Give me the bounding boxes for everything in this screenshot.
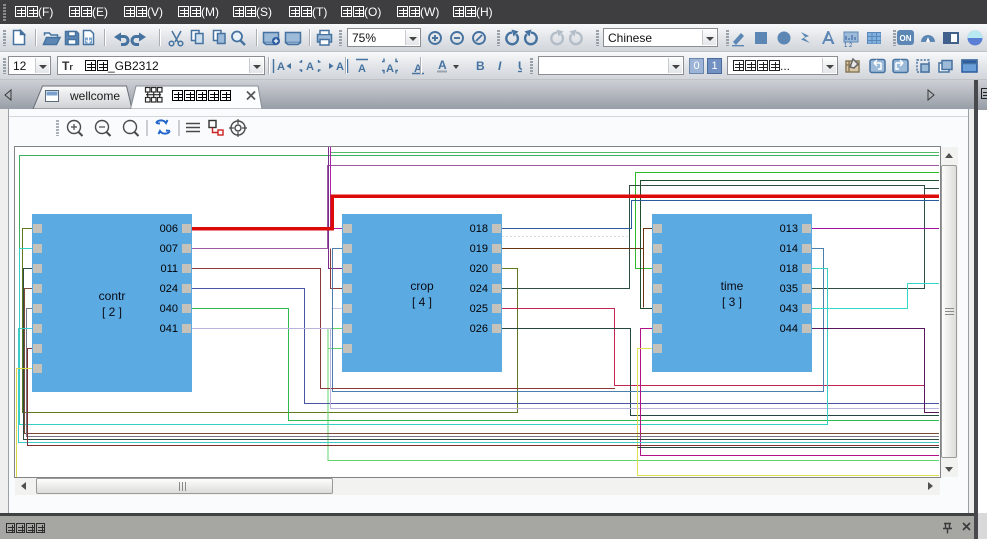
- svg-text:A: A: [438, 58, 447, 72]
- svg-text:A: A: [336, 61, 344, 73]
- svg-text:time: time: [721, 279, 744, 293]
- svg-text:I: I: [498, 59, 502, 73]
- svg-text:011: 011: [160, 263, 178, 275]
- svg-text:[ 3 ]: [ 3 ]: [722, 295, 742, 309]
- svg-text:A: A: [277, 61, 285, 73]
- svg-text:018: 018: [780, 263, 798, 275]
- svg-text:041: 041: [160, 323, 178, 335]
- svg-text:043: 043: [780, 303, 798, 315]
- svg-text:019: 019: [470, 243, 488, 255]
- svg-text:020: 020: [470, 263, 488, 275]
- svg-text:040: 040: [160, 303, 178, 315]
- svg-text:crop: crop: [410, 279, 434, 293]
- svg-text:contr: contr: [99, 289, 126, 303]
- svg-text:006: 006: [160, 223, 178, 235]
- svg-text:035: 035: [780, 283, 798, 295]
- svg-text:B: B: [476, 59, 485, 73]
- svg-text:[ 2 ]: [ 2 ]: [102, 305, 122, 319]
- svg-text:A: A: [306, 61, 314, 73]
- svg-text:[ 4 ]: [ 4 ]: [412, 295, 432, 309]
- svg-text:024: 024: [160, 283, 178, 295]
- svg-text:007: 007: [160, 243, 178, 255]
- svg-text:A: A: [358, 63, 366, 75]
- svg-text:026: 026: [470, 323, 488, 335]
- svg-text:ON: ON: [900, 34, 912, 43]
- svg-text:018: 018: [470, 223, 488, 235]
- svg-text:013: 013: [780, 223, 798, 235]
- svg-text:014: 014: [780, 243, 798, 255]
- svg-text:025: 025: [470, 303, 488, 315]
- svg-text:1 2: 1 2: [844, 43, 853, 47]
- svg-text:A: A: [386, 63, 394, 75]
- svg-text:024: 024: [470, 283, 488, 295]
- svg-text:044: 044: [780, 323, 798, 335]
